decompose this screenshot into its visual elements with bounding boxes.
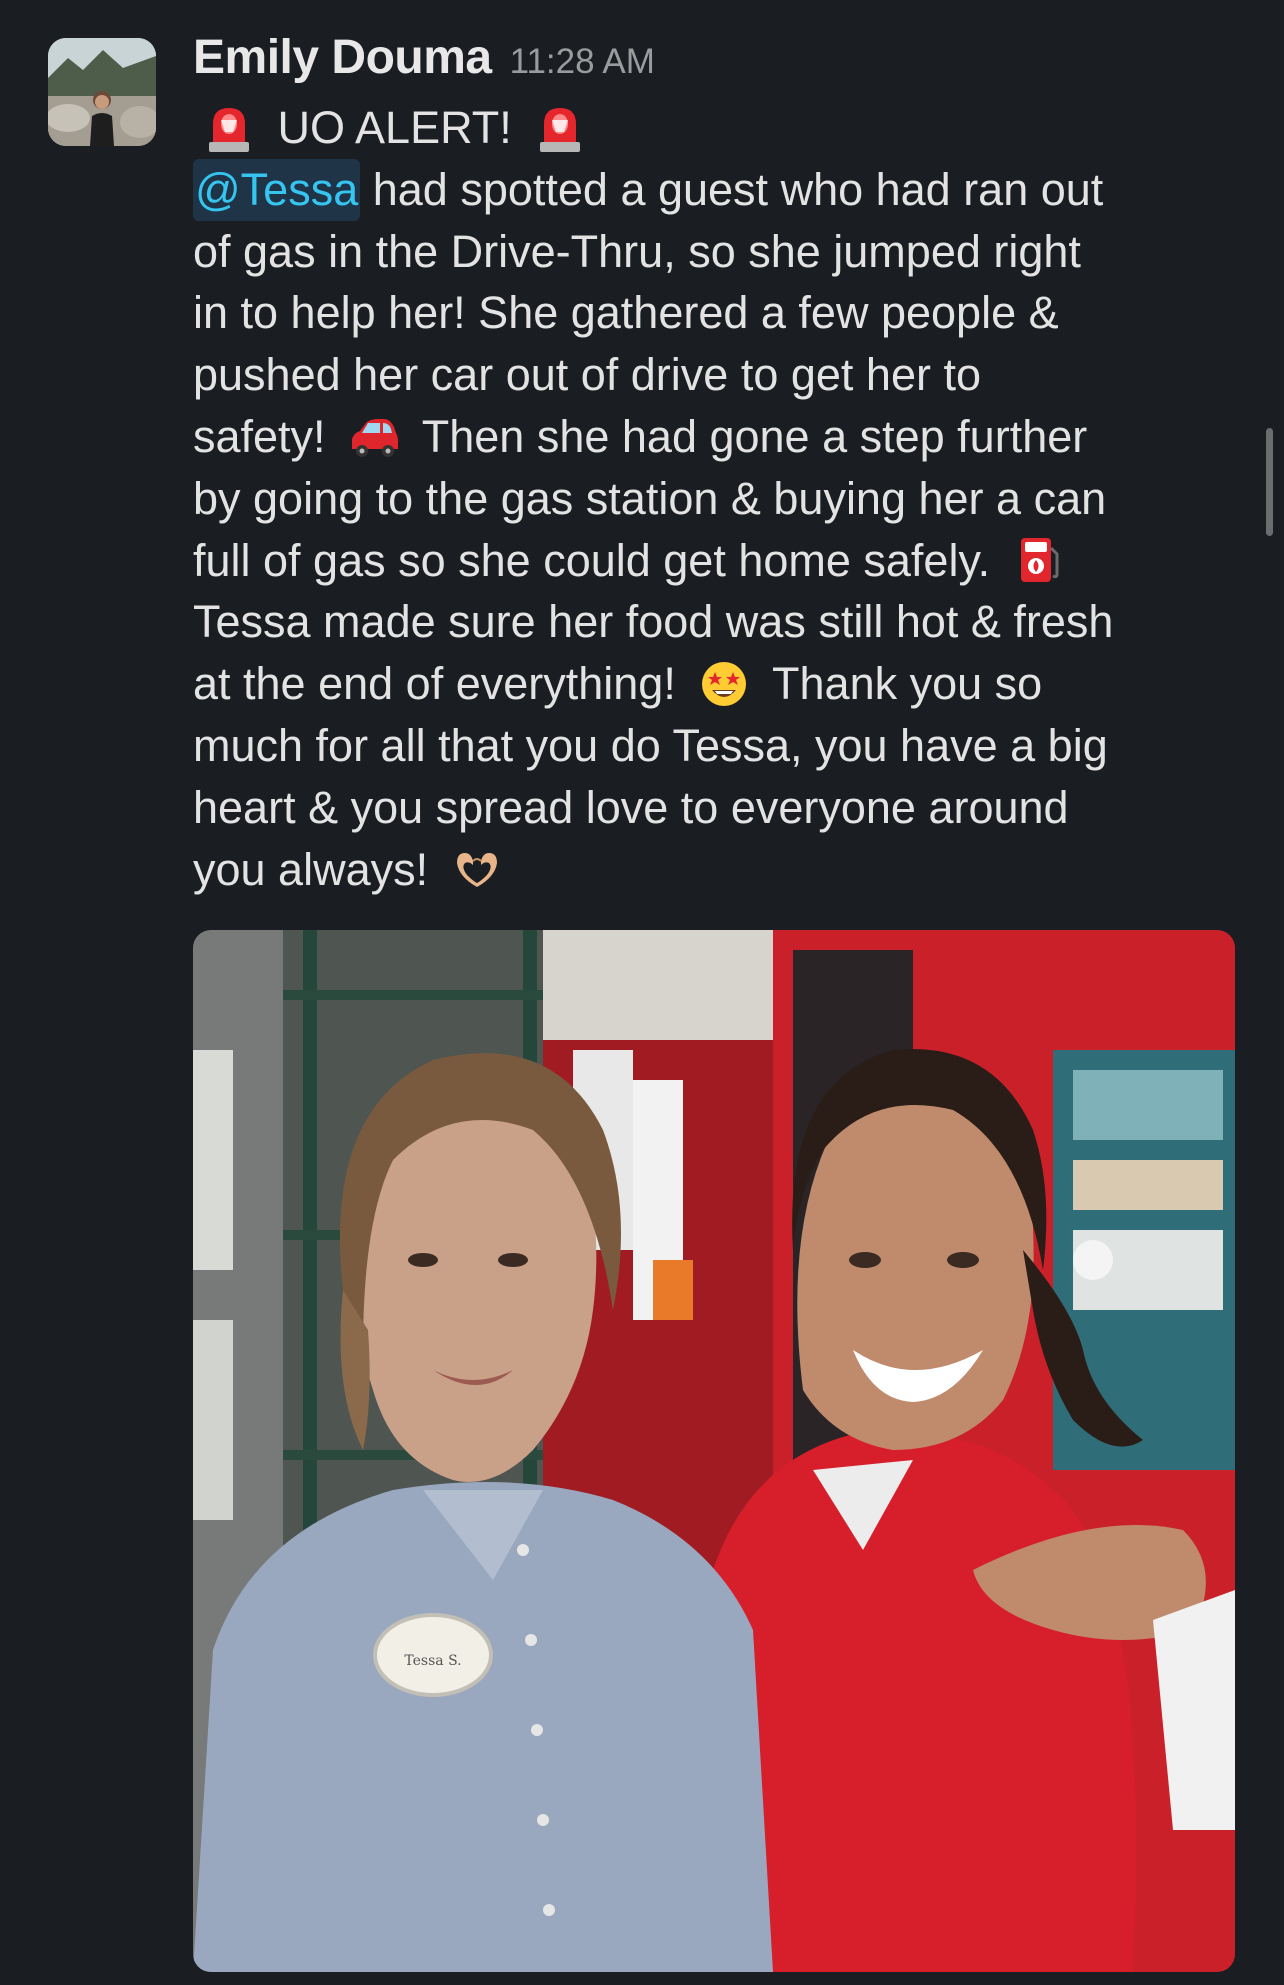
message-line: safety! Then she had gone a step further xyxy=(193,406,1233,468)
message-header: Emily Douma 11:28 AM xyxy=(193,30,655,100)
message-line: Tessa made sure her food was still hot &… xyxy=(193,591,1233,653)
message-line: UO ALERT! xyxy=(193,97,1233,159)
message-text: in to help her! She gathered a few peopl… xyxy=(193,287,1059,339)
user-avatar[interactable] xyxy=(48,38,156,146)
name-badge-text: Tessa S. xyxy=(404,1653,461,1669)
message-text: safety! xyxy=(193,410,339,462)
timestamp[interactable]: 11:28 AM xyxy=(510,42,655,82)
message-text: Then she had gone a step further xyxy=(410,410,1088,462)
message-text: Tessa made sure her food was still hot &… xyxy=(193,596,1114,648)
message-line: full of gas so she could get home safely… xyxy=(193,530,1233,592)
message-text: of gas in the Drive-Thru, so she jumped … xyxy=(193,225,1081,277)
message-text: by going to the gas station & buying her… xyxy=(193,472,1107,524)
message-text: had spotted a guest who had ran out xyxy=(360,163,1104,215)
message-text: heart & you spread love to everyone arou… xyxy=(193,781,1069,833)
user-mention[interactable]: @Tessa xyxy=(193,158,361,221)
heart-hands-icon xyxy=(451,843,503,895)
message-line: pushed her car out of drive to get her t… xyxy=(193,344,1233,406)
rotating-light-icon xyxy=(203,102,255,154)
message-line: you always! xyxy=(193,839,1233,901)
message-text: Thank you so xyxy=(760,658,1043,710)
message-line: by going to the gas station & buying her… xyxy=(193,468,1233,530)
message-text: you always! xyxy=(193,843,441,895)
message-line: at the end of everything! Thank you so xyxy=(193,653,1233,715)
rotating-light-icon xyxy=(534,102,586,154)
scrollbar[interactable] xyxy=(1266,428,1273,536)
fuel-pump-icon xyxy=(1013,534,1065,586)
message-text: much for all that you do Tessa, you have… xyxy=(193,719,1108,771)
message-line: @Tessa had spotted a guest who had ran o… xyxy=(193,158,1233,221)
message-body: UO ALERT! @Tessa had spotted a guest who… xyxy=(193,97,1233,900)
message-text: full of gas so she could get home safely… xyxy=(193,534,1003,586)
message-text: at the end of everything! xyxy=(193,658,689,710)
message-line: of gas in the Drive-Thru, so she jumped … xyxy=(193,221,1233,283)
message-line: in to help her! She gathered a few peopl… xyxy=(193,282,1233,344)
message-line: much for all that you do Tessa, you have… xyxy=(193,715,1233,777)
red-car-icon xyxy=(348,411,400,463)
message-text: pushed her car out of drive to get her t… xyxy=(193,349,981,401)
author-name[interactable]: Emily Douma xyxy=(193,30,492,85)
message: Emily Douma 11:28 AM UO ALERT! @Tessa ha… xyxy=(0,0,1284,1985)
photo-attachment[interactable]: Tessa S. xyxy=(193,930,1235,1972)
attachment-image: Tessa S. xyxy=(193,930,1235,1972)
message-text: UO ALERT! xyxy=(265,102,525,153)
star-struck-icon xyxy=(698,658,750,710)
message-line: heart & you spread love to everyone arou… xyxy=(193,777,1233,839)
avatar-image xyxy=(48,38,156,146)
